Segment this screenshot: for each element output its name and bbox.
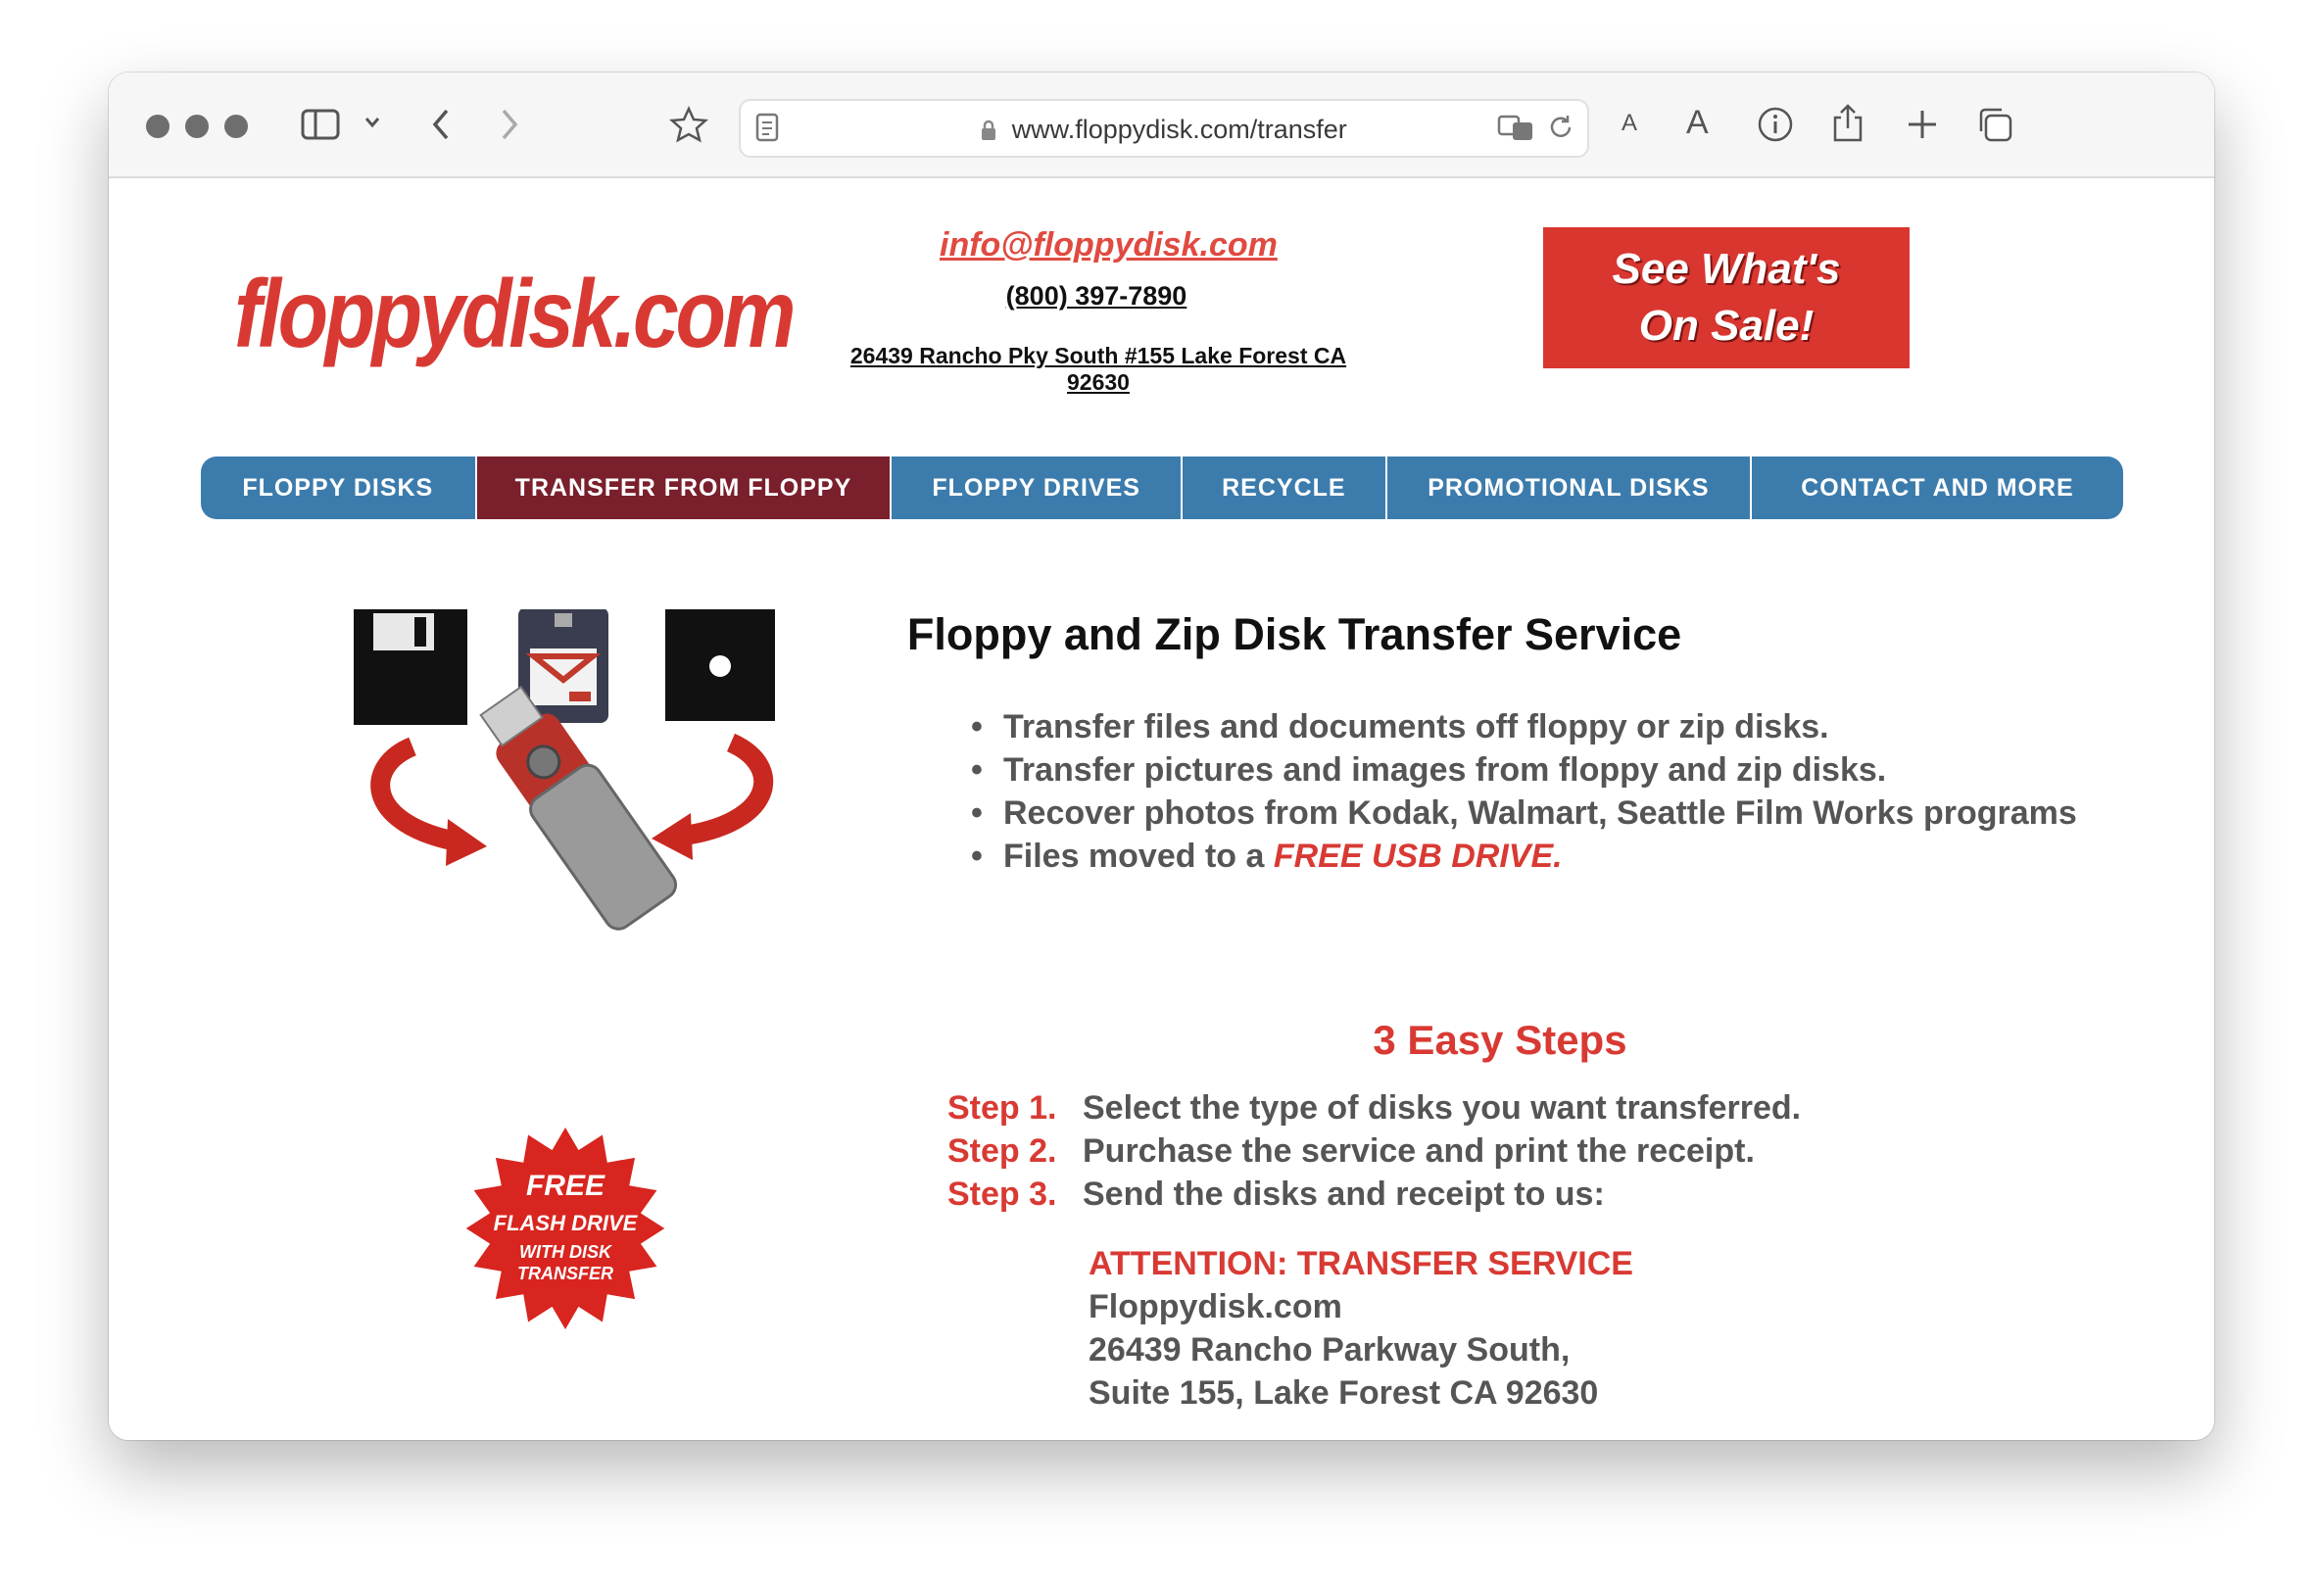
step-text: Select the type of disks you want transf… (1083, 1089, 1802, 1127)
sale-line-2: On Sale! (1638, 302, 1815, 350)
phone-link[interactable]: (800) 397-7890 (940, 281, 1253, 312)
address-bar[interactable]: www.floppydisk.com/transfer (739, 99, 1589, 158)
mailing-attention: ATTENTION: TRANSFER SERVICE (1089, 1245, 1633, 1282)
text-larger-icon[interactable]: A (1686, 106, 1709, 139)
back-icon[interactable] (430, 108, 452, 141)
badge-line-4: TRANSFER (517, 1264, 613, 1283)
email-link[interactable]: info@floppydisk.com (940, 226, 1278, 264)
browser-window: www.floppydisk.com/transfer A A floppydi… (109, 72, 2214, 1440)
badge-line-1: FREE (526, 1170, 605, 1202)
nav-transfer-from-floppy[interactable]: TRANSFER FROM FLOPPY (476, 456, 893, 519)
site-logo[interactable]: floppydisk.com (234, 259, 796, 369)
free-usb-highlight: FREE USB DRIVE. (1273, 838, 1563, 875)
translate-icon[interactable] (1497, 113, 1536, 142)
nav-floppy-drives[interactable]: FLOPPY DRIVES (892, 456, 1183, 519)
info-icon[interactable] (1757, 106, 1794, 143)
main-nav: FLOPPY DISKS TRANSFER FROM FLOPPY FLOPPY… (201, 456, 2123, 519)
list-item-text: Recover photos from Kodak, Walmart, Seat… (1003, 794, 2077, 832)
text-smaller-icon[interactable]: A (1622, 112, 1637, 135)
sale-button[interactable]: See What's On Sale! (1543, 227, 1910, 368)
list-item-text: Transfer pictures and images from floppy… (1003, 751, 1887, 789)
list-item: Transfer pictures and images from floppy… (971, 748, 2077, 792)
mailing-line-2: 26439 Rancho Parkway South, (1089, 1331, 1571, 1369)
browser-toolbar: www.floppydisk.com/transfer A A (109, 72, 2214, 178)
disk-icon (665, 609, 775, 721)
nav-contact-and-more[interactable]: CONTACT AND MORE (1752, 456, 2123, 519)
sale-line-1: See What's (1612, 245, 1841, 293)
transfer-illustration (354, 607, 804, 937)
free-flash-drive-badge: FREE FLASH DRIVE WITH DISK TRANSFER (458, 1121, 673, 1341)
address-link[interactable]: 26439 Rancho Pky South #155 Lake Forest … (834, 343, 1363, 396)
share-icon[interactable] (1831, 102, 1864, 143)
bookmark-star-icon[interactable] (669, 106, 708, 143)
step-number: Step 1. (947, 1089, 1057, 1127)
forward-icon[interactable] (499, 108, 520, 141)
nav-promotional-disks[interactable]: PROMOTIONAL DISKS (1387, 456, 1752, 519)
step-number: Step 3. (947, 1176, 1057, 1213)
nav-floppy-disks[interactable]: FLOPPY DISKS (201, 456, 477, 519)
url-text: www.floppydisk.com/transfer (1011, 115, 1347, 144)
nav-recycle[interactable]: RECYCLE (1183, 456, 1387, 519)
reload-icon[interactable] (1546, 113, 1575, 142)
right-arrow-icon (652, 733, 774, 860)
mailing-line-1: Floppydisk.com (1089, 1288, 1342, 1325)
left-arrow-icon (370, 737, 487, 866)
chevron-down-icon[interactable] (363, 116, 381, 129)
tab-overview-icon[interactable] (1976, 106, 2013, 143)
new-tab-icon[interactable] (1906, 108, 1939, 141)
zoom-window-button[interactable] (224, 115, 248, 138)
step-number: Step 2. (947, 1132, 1057, 1170)
step-row: Step 2. Purchase the service and print th… (947, 1132, 1755, 1171)
page-content: floppydisk.com info@floppydisk.com (800)… (109, 178, 2214, 1440)
list-item-text: Files moved to a (1003, 838, 1274, 875)
page-title: Floppy and Zip Disk Transfer Service (906, 609, 1682, 659)
minimize-window-button[interactable] (185, 115, 209, 138)
list-item: Transfer files and documents off floppy … (971, 705, 2077, 748)
step-row: Step 3. Send the disks and receipt to us: (947, 1176, 1605, 1214)
list-item-text: Transfer files and documents off floppy … (1003, 708, 1829, 745)
floppy-disk-icon (354, 609, 467, 725)
lock-icon (981, 115, 1012, 144)
step-text: Purchase the service and print the recei… (1083, 1132, 1755, 1170)
list-item: Files moved to a FREE USB DRIVE. (971, 835, 2077, 878)
mailing-line-3: Suite 155, Lake Forest CA 92630 (1089, 1374, 1599, 1412)
step-row: Step 1. Select the type of disks you want… (947, 1089, 1801, 1128)
list-item: Recover photos from Kodak, Walmart, Seat… (971, 792, 2077, 835)
sidebar-icon[interactable] (301, 108, 340, 141)
steps-title: 3 Easy Steps (1373, 1017, 1627, 1063)
badge-line-3: WITH DISK (519, 1242, 613, 1262)
badge-line-2: FLASH DRIVE (494, 1211, 639, 1235)
feature-list: Transfer files and documents off floppy … (971, 705, 2077, 878)
close-window-button[interactable] (146, 115, 169, 138)
step-text: Send the disks and receipt to us: (1083, 1176, 1605, 1213)
